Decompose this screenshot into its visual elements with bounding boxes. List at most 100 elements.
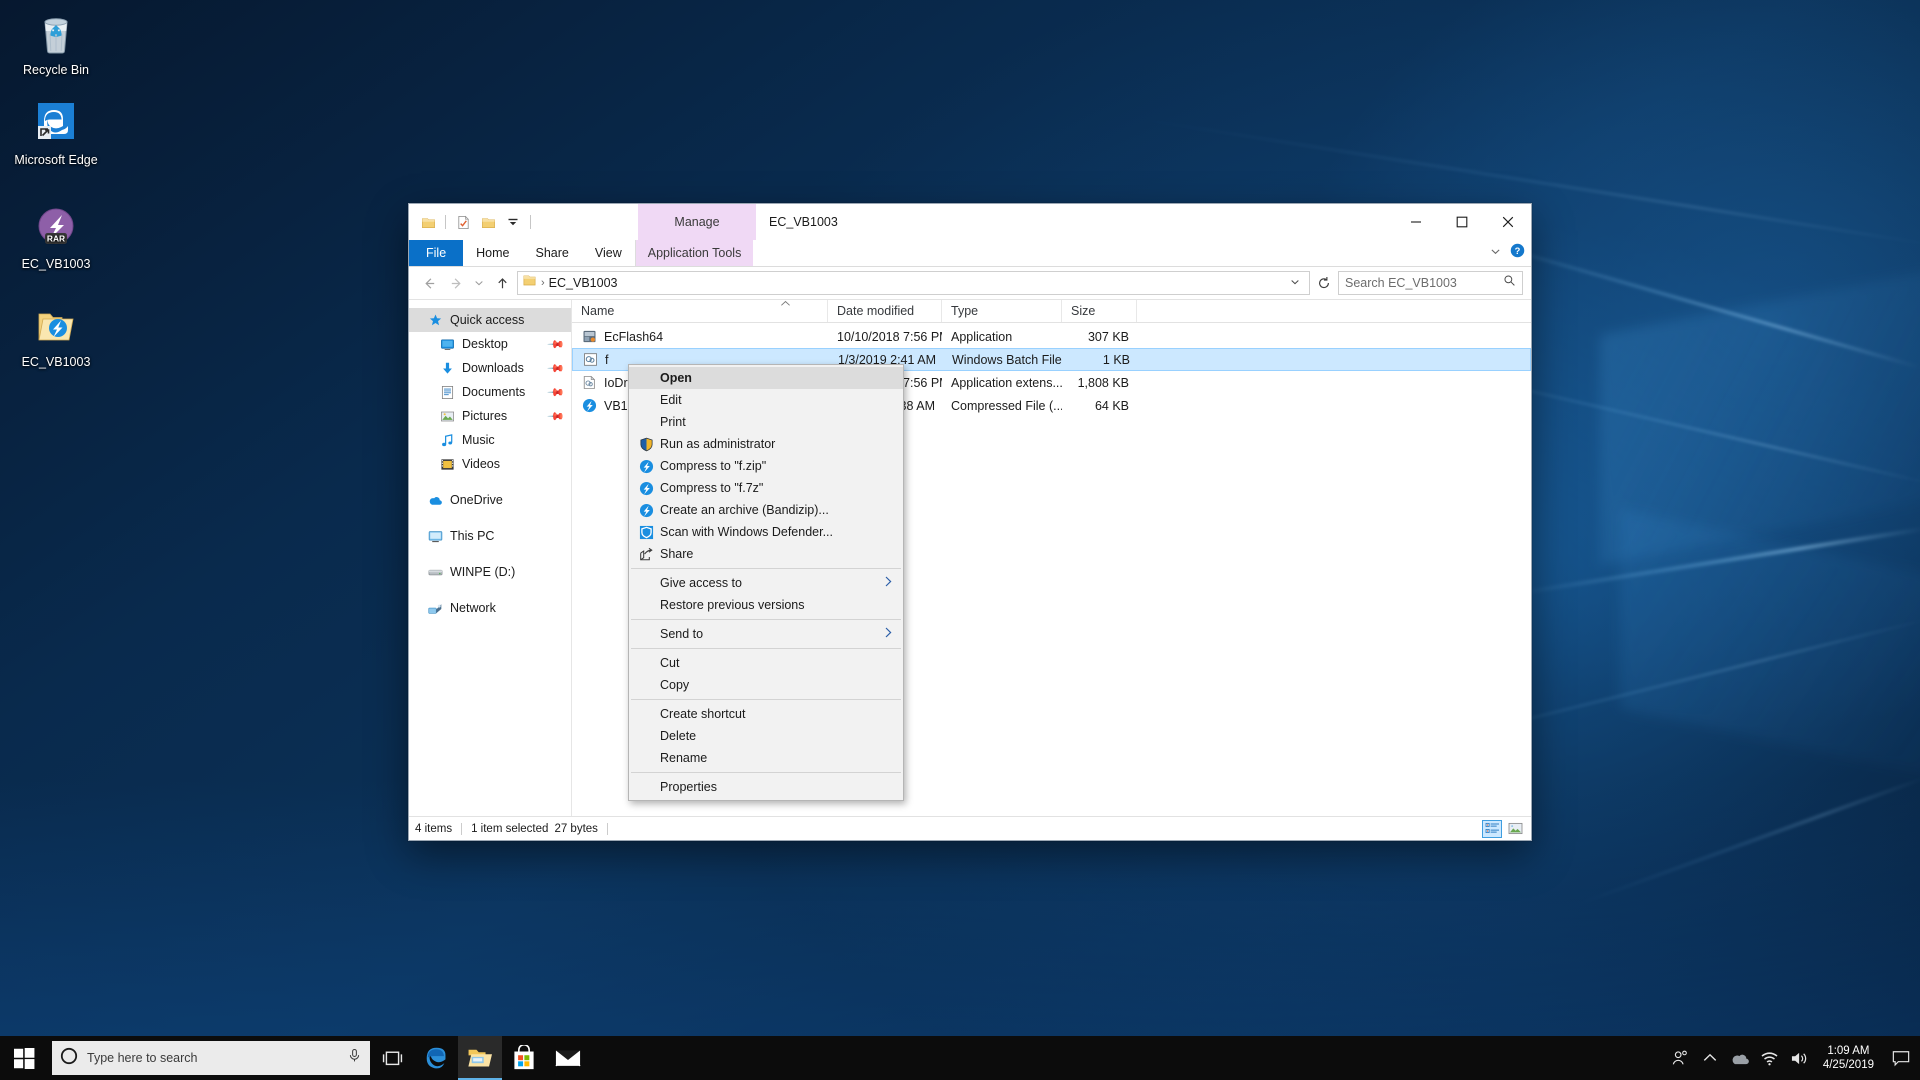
tab-application-tools[interactable]: Application Tools — [634, 240, 754, 266]
back-arrow-icon[interactable] — [417, 271, 441, 295]
window-controls[interactable] — [1393, 204, 1531, 240]
taskbar-button-microsoft-edge[interactable] — [414, 1036, 458, 1080]
maximize-button[interactable] — [1439, 204, 1485, 240]
onedrive-cloud-icon[interactable] — [1725, 1036, 1755, 1080]
menu-item-give-access-to[interactable]: Give access to — [629, 572, 903, 594]
tab-home[interactable]: Home — [463, 240, 522, 266]
sidebar-item-pictures[interactable]: Pictures 📌 — [409, 404, 571, 428]
search-input[interactable]: Search EC_VB1003 — [1338, 271, 1523, 295]
sidebar-item-winpe-drive[interactable]: WINPE (D:) — [409, 560, 571, 584]
menu-item-print[interactable]: Print — [629, 411, 903, 433]
properties-checkmark-icon[interactable] — [452, 211, 474, 233]
bandizip-icon — [637, 503, 655, 518]
menu-item-scan-with-windows-defender[interactable]: Scan with Windows Defender... — [629, 521, 903, 543]
sidebar-item-downloads[interactable]: Downloads 📌 — [409, 356, 571, 380]
taskbar[interactable]: Type here to search 1:09 AM 4/25/2019 — [0, 1036, 1920, 1080]
column-header-type[interactable]: Type — [942, 300, 1062, 322]
menu-item-run-as-administrator[interactable]: Run as administrator — [629, 433, 903, 455]
sidebar-item-label: Downloads — [462, 361, 524, 375]
chevron-down-icon[interactable] — [1285, 277, 1305, 289]
recent-locations-icon[interactable] — [471, 271, 487, 295]
chevron-down-icon[interactable] — [1490, 244, 1501, 262]
ribbon-tab-bar[interactable]: File Home Share View Application Tools ? — [409, 240, 1531, 266]
large-icons-view-icon[interactable] — [1505, 820, 1525, 838]
sidebar-item-this-pc[interactable]: This PC — [409, 524, 571, 548]
task-view-button[interactable] — [370, 1036, 414, 1080]
system-tray[interactable]: 1:09 AM 4/25/2019 — [1665, 1036, 1920, 1080]
sidebar-item-network[interactable]: Network — [409, 596, 571, 620]
desktop-icon-ec-vb1003-folder[interactable]: EC_VB1003 — [8, 302, 104, 370]
up-arrow-icon[interactable] — [490, 271, 514, 295]
help-icon[interactable]: ? — [1510, 243, 1525, 263]
breadcrumb-path[interactable]: EC_VB1003 — [549, 276, 618, 290]
breadcrumb[interactable]: › EC_VB1003 — [517, 271, 1310, 295]
new-folder-icon[interactable] — [477, 211, 499, 233]
menu-item-delete[interactable]: Delete — [629, 725, 903, 747]
file-explorer-window[interactable]: Manage EC_VB1003 File Home Share View Ap… — [408, 203, 1532, 841]
start-button[interactable] — [0, 1036, 48, 1080]
file-name-cell[interactable]: EcFlash64 — [572, 329, 828, 345]
title-bar[interactable]: Manage EC_VB1003 — [409, 204, 1531, 240]
details-view-icon[interactable] — [1482, 819, 1502, 838]
wifi-icon[interactable] — [1755, 1036, 1785, 1080]
microphone-icon[interactable] — [347, 1048, 362, 1068]
minimize-button[interactable] — [1393, 204, 1439, 240]
action-center-icon[interactable] — [1886, 1036, 1916, 1080]
menu-item-cut[interactable]: Cut — [629, 652, 903, 674]
sidebar-item-documents[interactable]: Documents 📌 — [409, 380, 571, 404]
menu-item-copy[interactable]: Copy — [629, 674, 903, 696]
file-date-cell: 10/10/2018 7:56 PM — [837, 329, 942, 344]
forward-arrow-icon[interactable] — [444, 271, 468, 295]
menu-item-share[interactable]: Share — [629, 543, 903, 565]
address-bar[interactable]: › EC_VB1003 Search EC_VB1003 — [409, 267, 1531, 299]
ribbon-right-controls[interactable]: ? — [1490, 240, 1525, 266]
menu-item-restore-previous-versions[interactable]: Restore previous versions — [629, 594, 903, 616]
properties-icon[interactable] — [417, 211, 439, 233]
desktop-icon — [439, 336, 455, 352]
taskbar-button-microsoft-store[interactable] — [502, 1036, 546, 1080]
quick-access-toolbar[interactable] — [409, 204, 534, 240]
menu-item-edit[interactable]: Edit — [629, 389, 903, 411]
column-header-date-modified[interactable]: Date modified — [828, 300, 942, 322]
menu-item-create-shortcut[interactable]: Create shortcut — [629, 703, 903, 725]
clock-time: 1:09 AM — [1827, 1045, 1870, 1057]
taskbar-search-box[interactable]: Type here to search — [52, 1041, 370, 1075]
menu-item-send-to[interactable]: Send to — [629, 623, 903, 645]
sidebar-item-onedrive[interactable]: OneDrive — [409, 488, 571, 512]
menu-item-create-an-archive[interactable]: Create an archive (Bandizip)... — [629, 499, 903, 521]
pin-icon: 📌 — [546, 407, 565, 426]
folder-icon — [522, 273, 537, 293]
refresh-icon[interactable] — [1313, 271, 1335, 295]
search-icon[interactable] — [1503, 274, 1516, 292]
taskbar-clock[interactable]: 1:09 AM 4/25/2019 — [1815, 1036, 1886, 1080]
customize-qat-icon[interactable] — [502, 211, 524, 233]
menu-item-open[interactable]: Open — [629, 367, 903, 389]
menu-item-compress-to-7z[interactable]: Compress to "f.7z" — [629, 477, 903, 499]
navigation-pane[interactable]: Quick access Desktop 📌 Downloads 📌 Docum… — [409, 300, 572, 816]
sidebar-item-desktop[interactable]: Desktop 📌 — [409, 332, 571, 356]
desktop-icon-microsoft-edge[interactable]: Microsoft Edge — [8, 100, 104, 168]
sidebar-item-quick-access[interactable]: Quick access — [409, 308, 571, 332]
close-button[interactable] — [1485, 204, 1531, 240]
tab-file[interactable]: File — [409, 240, 464, 266]
column-header-size[interactable]: Size — [1062, 300, 1137, 322]
column-header-row[interactable]: Name Date modified Type Size — [572, 300, 1531, 323]
table-row[interactable]: EcFlash64 10/10/2018 7:56 PM Application… — [572, 325, 1531, 348]
desktop-icon-recycle-bin[interactable]: Recycle Bin — [8, 10, 104, 78]
sidebar-item-label: WINPE (D:) — [450, 565, 516, 579]
menu-item-rename[interactable]: Rename — [629, 747, 903, 769]
sidebar-item-videos[interactable]: Videos — [409, 452, 571, 476]
tab-view[interactable]: View — [582, 240, 635, 266]
tab-share[interactable]: Share — [523, 240, 582, 266]
people-icon[interactable] — [1665, 1036, 1695, 1080]
sidebar-item-music[interactable]: Music — [409, 428, 571, 452]
taskbar-button-file-explorer[interactable] — [458, 1036, 502, 1080]
view-toggle-group[interactable] — [1482, 819, 1525, 838]
menu-item-compress-to-zip[interactable]: Compress to "f.zip" — [629, 455, 903, 477]
desktop-icon-ec-vb1003-archive[interactable]: RAR EC_VB1003 — [8, 204, 104, 272]
chevron-up-icon[interactable] — [1695, 1036, 1725, 1080]
speaker-icon[interactable] — [1785, 1036, 1815, 1080]
context-menu[interactable]: Open Edit Print Run as administrator Com… — [628, 364, 904, 801]
taskbar-button-mail[interactable] — [546, 1036, 590, 1080]
menu-item-properties[interactable]: Properties — [629, 776, 903, 798]
